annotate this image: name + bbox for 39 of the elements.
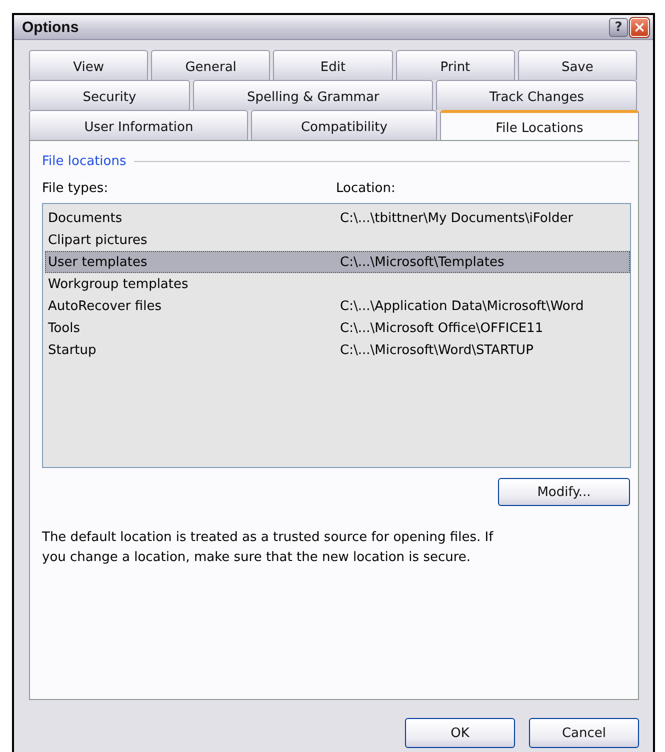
list-row[interactable]: AutoRecover files C:\...\Application Data\Microsoft\Word <box>45 295 630 317</box>
tab[interactable]: View <box>29 50 148 80</box>
tab[interactable]: Spelling & Grammar <box>192 80 434 110</box>
tab[interactable]: Track Changes <box>436 80 638 110</box>
tab[interactable]: File Locations <box>440 110 639 140</box>
cancel-button[interactable]: Cancel <box>529 718 639 748</box>
list-row[interactable]: Workgroup templates <box>45 273 630 295</box>
file-type-cell-text: Clipart pictures <box>48 232 148 248</box>
group-title: File locations <box>42 154 126 168</box>
list-row[interactable]: Tools C:\...\Microsoft Office\OFFICE11 <box>45 317 630 339</box>
file-type-cell-text: Workgroup templates <box>48 276 190 292</box>
file-type-cell-text: User templates <box>48 254 148 270</box>
list-row[interactable]: Startup C:\...\Microsoft\Word\STARTUP <box>45 339 630 361</box>
tab[interactable]: Print <box>396 50 515 80</box>
tab[interactable]: Edit <box>273 50 393 80</box>
column-header: File types: <box>42 181 110 198</box>
tab[interactable]: General <box>151 50 270 80</box>
location-cell: C:\...\Microsoft Office\OFFICE11 <box>340 320 544 336</box>
location-cell: C:\...\Microsoft\Templates <box>340 254 504 270</box>
file-type-cell-text: Startup <box>48 342 98 358</box>
modify-button[interactable]: Modify... <box>498 478 630 506</box>
window-title: Options <box>22 18 79 36</box>
tab[interactable]: Compatibility <box>251 110 437 140</box>
list-row[interactable]: User templates C:\...\Microsoft\Templates <box>45 251 630 273</box>
help-button[interactable]: ? <box>609 18 628 36</box>
location-cell: C:\...\Microsoft\Word\STARTUP <box>340 342 534 358</box>
location-cell: C:\...\Application Data\Microsoft\Word <box>340 298 584 314</box>
info-text: The default location is treated as a trusted source for opening files. If you change a location, make sure that the new location is secure. <box>42 529 494 567</box>
list-row[interactable]: Documents C:\...\tbittner\My Documents\iFolder <box>45 207 630 229</box>
tab[interactable]: Security <box>29 80 190 110</box>
file-type-cell-text: Documents <box>48 210 124 226</box>
tab[interactable]: Save <box>518 50 638 80</box>
tab[interactable]: User Information <box>29 110 248 140</box>
file-type-cell-text: AutoRecover files <box>48 298 162 314</box>
location-cell: C:\...\tbittner\My Documents\iFolder <box>340 210 574 226</box>
list-row[interactable]: Clipart pictures <box>45 229 630 251</box>
column-header: Location: <box>336 181 396 198</box>
ok-button[interactable]: OK <box>405 718 515 748</box>
file-type-cell-text: Tools <box>48 320 82 336</box>
